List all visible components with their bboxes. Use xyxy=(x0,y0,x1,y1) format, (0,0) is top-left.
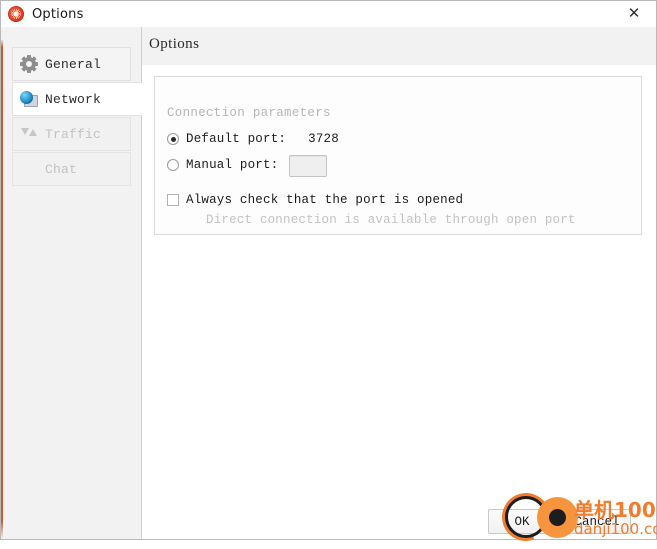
default-port-radio[interactable] xyxy=(167,133,179,145)
manual-port-radio[interactable] xyxy=(167,159,179,171)
content-panel: Connection parameters Default port: 3728… xyxy=(142,65,656,539)
sidebar-item-general[interactable]: General xyxy=(12,47,131,81)
manual-port-label: Manual port: xyxy=(186,158,279,172)
sidebar-item-label: Chat xyxy=(45,161,78,177)
title-bar: Options ✕ xyxy=(1,1,656,28)
sidebar-item-label: Traffic xyxy=(45,126,102,142)
connection-parameters-group: Connection parameters Default port: 3728… xyxy=(154,76,642,235)
network-icon xyxy=(20,90,38,108)
chat-icon-placeholder xyxy=(20,160,38,178)
window-title: Options xyxy=(32,6,84,22)
always-check-row[interactable]: Always check that the port is opened xyxy=(167,193,463,207)
options-window: Options ✕ Options General Network Traffi… xyxy=(0,0,657,549)
ok-button[interactable]: OK xyxy=(488,509,556,534)
sidebar-nav: General Network Traffic Chat xyxy=(12,47,142,187)
always-check-label: Always check that the port is opened xyxy=(186,193,464,207)
cancel-button[interactable]: Cancel xyxy=(563,509,631,534)
groupbox-title: Connection parameters xyxy=(167,106,331,120)
manual-port-row[interactable]: Manual port: xyxy=(167,158,278,172)
sidebar-item-chat: Chat xyxy=(12,152,131,186)
sidebar-item-label: General xyxy=(45,56,102,72)
default-port-label: Default port: xyxy=(186,132,287,146)
sidebar-accent-edge xyxy=(1,27,3,539)
open-port-hint: Direct connection is available through o… xyxy=(206,213,576,227)
sidebar-item-traffic: Traffic xyxy=(12,117,131,151)
default-port-value: 3728 xyxy=(308,132,339,146)
default-port-row[interactable]: Default port: 3728 xyxy=(167,132,339,146)
page-title: Options xyxy=(149,36,200,52)
sidebar-item-network[interactable]: Network xyxy=(12,82,142,116)
traffic-icon xyxy=(20,125,38,143)
manual-port-input[interactable] xyxy=(289,155,327,177)
close-icon[interactable]: ✕ xyxy=(612,1,656,26)
app-logo-icon xyxy=(8,6,24,22)
sidebar-item-label: Network xyxy=(45,91,102,107)
always-check-checkbox[interactable] xyxy=(167,194,179,206)
gear-icon xyxy=(20,55,38,73)
